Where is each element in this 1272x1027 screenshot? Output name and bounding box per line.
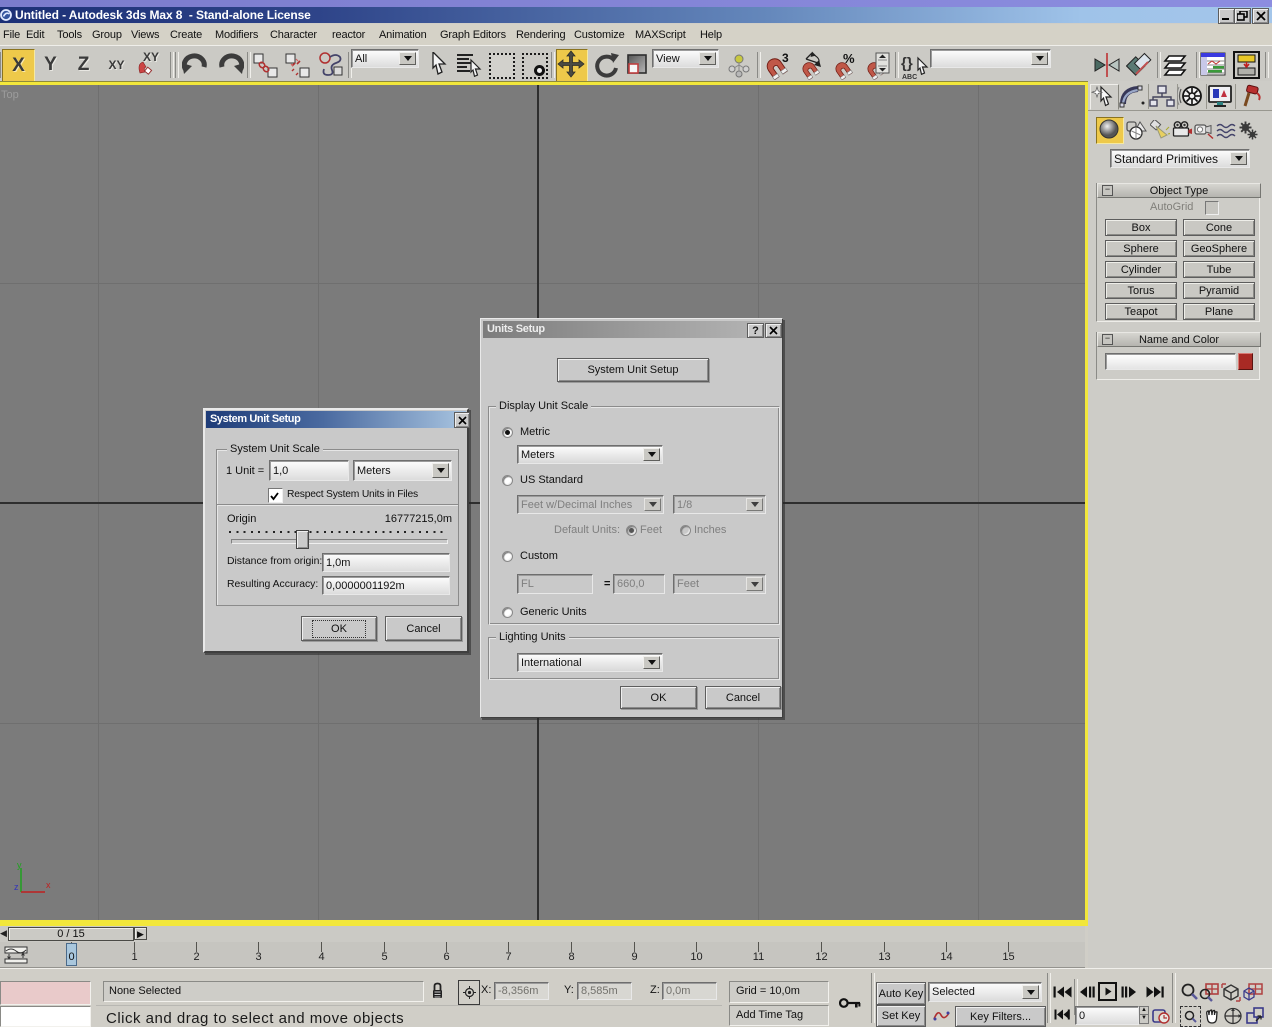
svg-text:y: y [17,860,22,870]
svg-text:{}: {} [901,55,913,72]
svg-text:3: 3 [782,51,789,65]
svg-text:ABC: ABC [902,74,917,81]
svg-text:%: % [843,51,855,66]
svg-text:z: z [14,882,19,892]
svg-text:x: x [46,880,51,890]
